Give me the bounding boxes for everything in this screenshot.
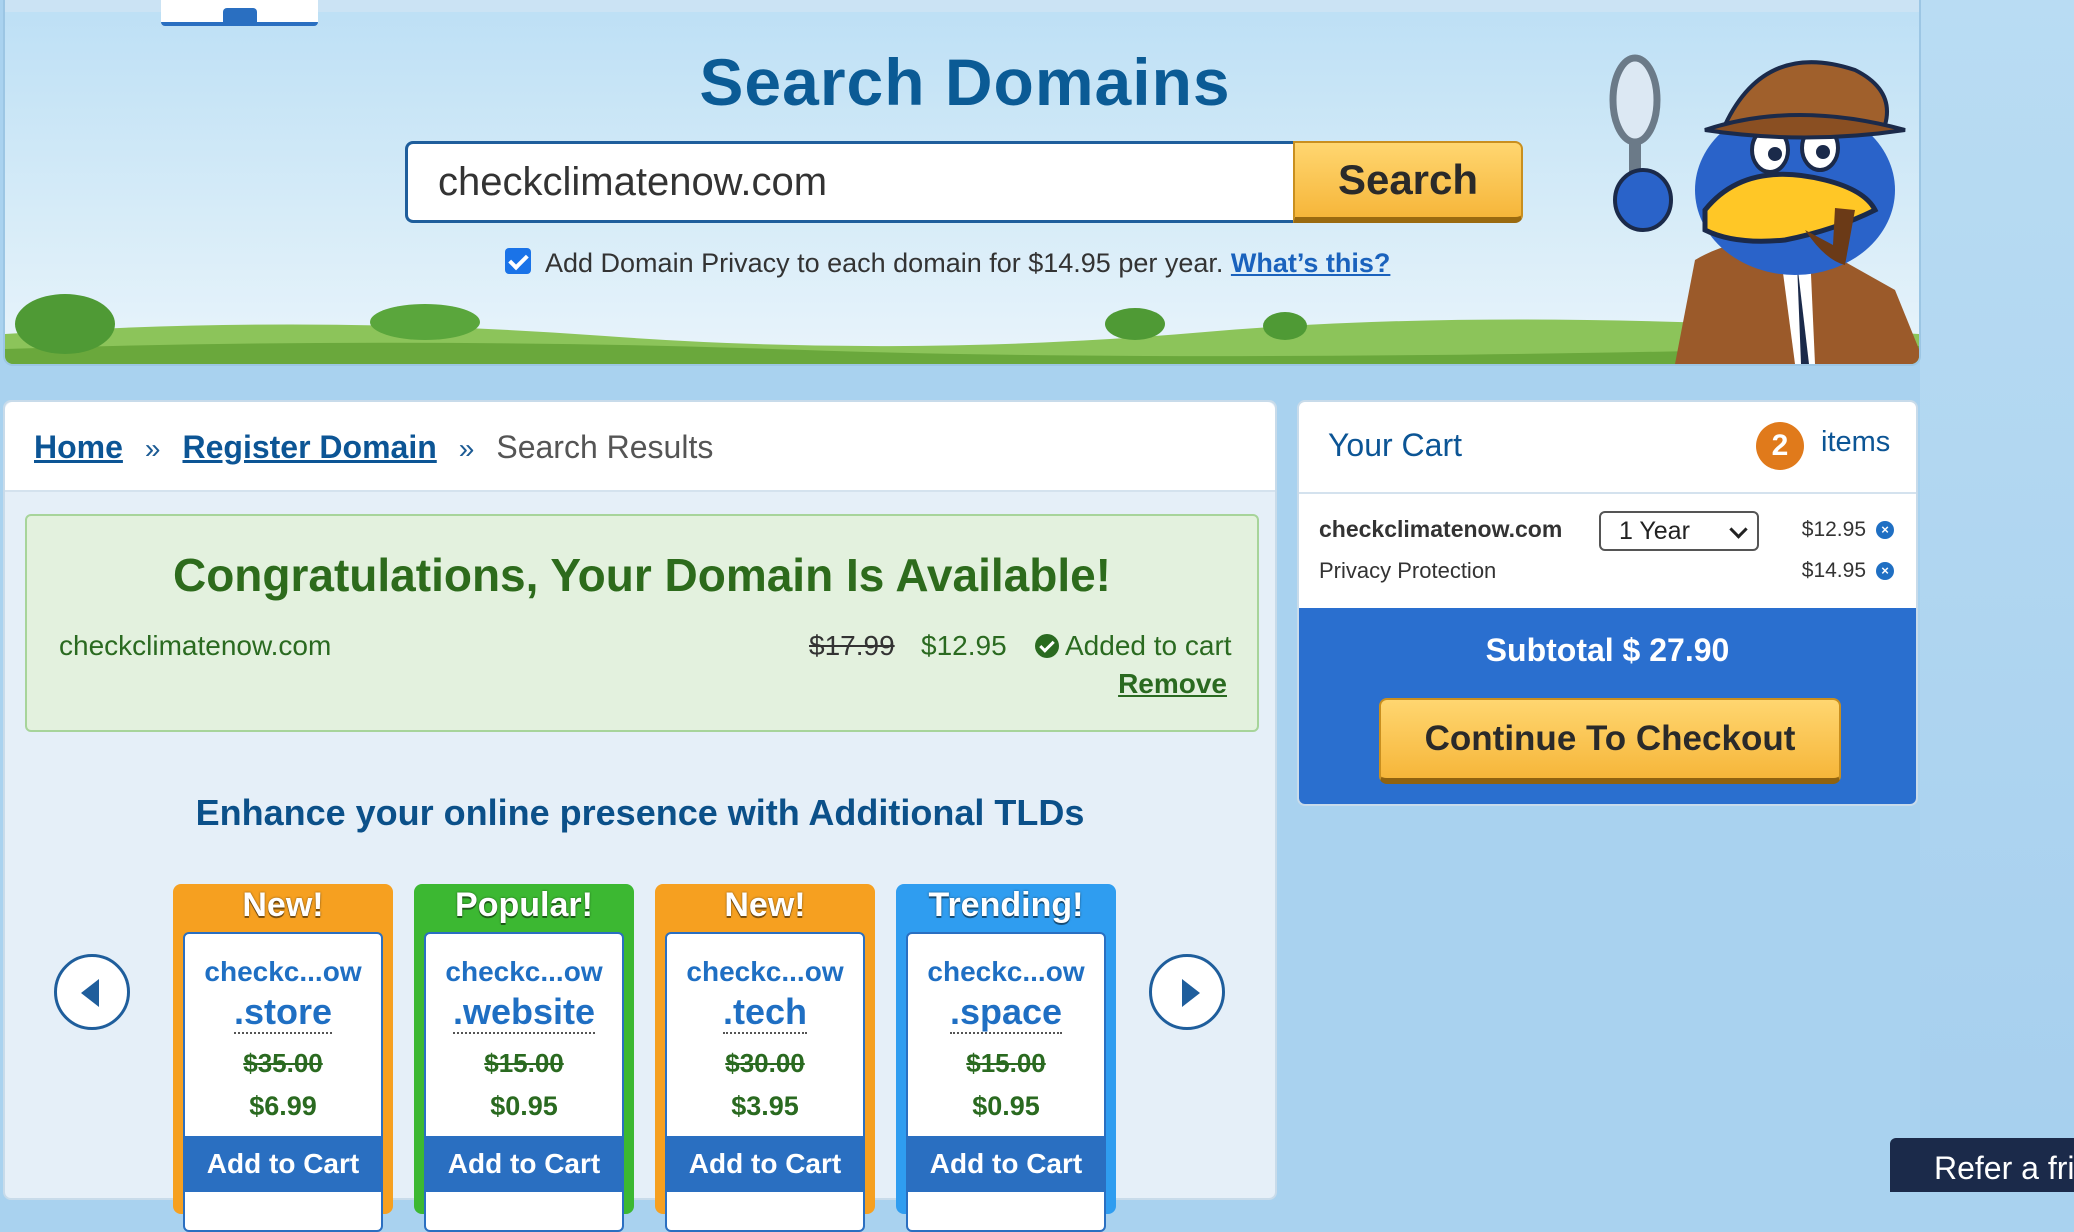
tld-sale-price: $3.95 <box>731 1091 799 1121</box>
tld-extension: .website <box>452 991 596 1034</box>
domain-search-input[interactable] <box>405 141 1293 223</box>
tld-add-to-cart-button[interactable]: Add to Cart <box>426 1136 622 1192</box>
domain-available-banner: Congratulations, Your Domain Is Availabl… <box>25 514 1259 732</box>
tld-badge: New! <box>724 886 806 924</box>
tld-original-price: $15.00 <box>484 1048 564 1078</box>
tld-extension: .store <box>233 991 333 1034</box>
search-hero: Search Domains Search Add Domain Privacy… <box>3 0 1921 366</box>
sale-price: $12.95 <box>921 630 1007 661</box>
chevron-right-icon <box>1182 979 1200 1007</box>
continue-to-checkout-button[interactable]: Continue To Checkout <box>1379 698 1841 784</box>
breadcrumb-register-domain-link[interactable]: Register Domain <box>182 429 436 465</box>
remove-item-icon[interactable]: × <box>1876 562 1894 580</box>
tld-card-store: New! checkc...ow .store $35.00 $6.99 Add… <box>173 884 393 1232</box>
cart-footer: Subtotal $ 27.90 Continue To Checkout <box>1299 608 1916 804</box>
tld-sale-price: $0.95 <box>972 1091 1040 1121</box>
cart-items-label: items <box>1821 426 1891 458</box>
check-circle-icon <box>1035 634 1059 658</box>
remove-item-icon[interactable]: × <box>1876 521 1894 539</box>
tld-badge: New! <box>242 886 324 924</box>
search-results-panel: Home » Register Domain » Search Results Cong… <box>3 400 1277 1232</box>
tld-card-body: checkc...ow .store $35.00 $6.99 Add to C… <box>183 932 383 1232</box>
cart-header: Your Cart 2 items <box>1299 402 1916 494</box>
breadcrumb: Home » Register Domain » Search Results <box>5 402 1275 492</box>
tld-badge: Popular! <box>455 886 593 924</box>
cart-count-badge: 2 <box>1756 422 1804 470</box>
breadcrumb-separator-icon: » <box>458 433 475 464</box>
breadcrumb-current: Search Results <box>496 429 714 465</box>
added-to-cart-status: Added to cart <box>1035 630 1232 662</box>
tld-original-price: $30.00 <box>725 1048 805 1078</box>
tld-domain-name: checkc...ow <box>927 956 1085 987</box>
tld-add-to-cart-button[interactable]: Add to Cart <box>185 1136 381 1192</box>
tld-card-body: checkc...ow .website $15.00 $0.95 Add to… <box>424 932 624 1232</box>
tld-card-space: Trending! checkc...ow .space $15.00 $0.9… <box>896 884 1116 1232</box>
tld-domain-name: checkc...ow <box>445 956 603 987</box>
tld-extension: .tech <box>722 991 808 1034</box>
tld-badge: Trending! <box>928 886 1084 924</box>
cart-title: Your Cart <box>1328 427 1462 463</box>
domain-search-form: Search <box>405 141 1525 229</box>
tld-original-price: $35.00 <box>243 1048 323 1078</box>
page-background-right <box>1920 0 2074 1192</box>
tld-add-to-cart-button[interactable]: Add to Cart <box>667 1136 863 1192</box>
cart-item-privacy: Privacy Protection <box>1319 558 1497 583</box>
detective-mascot-illustration <box>1609 54 1919 364</box>
tld-add-to-cart-button[interactable]: Add to Cart <box>908 1136 1104 1192</box>
cart-item-privacy-price: $14.95 <box>1801 559 1866 582</box>
tld-extension: .space <box>949 991 1063 1034</box>
original-price: $17.99 <box>809 630 895 661</box>
available-domain-name: checkclimatenow.com <box>59 630 332 661</box>
cart-subtotal: Subtotal $ 27.90 <box>1485 632 1730 668</box>
tld-card-body: checkc...ow .tech $30.00 $3.95 Add to Ca… <box>665 932 865 1232</box>
term-selected-value: 1 Year <box>1619 517 1690 545</box>
chevron-left-icon <box>81 979 99 1007</box>
carousel-next-button[interactable] <box>1149 954 1225 1030</box>
cart-item-domain: checkclimatenow.com <box>1319 516 1563 542</box>
breadcrumb-home-link[interactable]: Home <box>34 429 123 465</box>
tld-sale-price: $6.99 <box>249 1091 317 1121</box>
refer-a-friend-tab[interactable]: Refer a friend <box>1890 1138 2074 1192</box>
registration-term-select[interactable]: 1 Year <box>1599 511 1759 551</box>
tld-card-tech: New! checkc...ow .tech $30.00 $3.95 Add … <box>655 884 875 1232</box>
tld-domain-name: checkc...ow <box>204 956 362 987</box>
chevron-down-icon <box>1729 520 1748 539</box>
remove-link[interactable]: Remove <box>1118 668 1227 700</box>
tld-sale-price: $0.95 <box>490 1091 558 1121</box>
cart-panel: Your Cart 2 items checkclimatenow.com 1 … <box>1297 400 1918 806</box>
added-to-cart-label: Added to cart <box>1065 630 1232 661</box>
tld-original-price: $15.00 <box>966 1048 1046 1078</box>
active-nav-tab[interactable] <box>161 0 318 26</box>
cart-item-domain-price: $12.95 <box>1801 518 1866 541</box>
breadcrumb-separator-icon: » <box>144 433 161 464</box>
availability-title: Congratulations, Your Domain Is Availabl… <box>172 549 1112 601</box>
tld-card-website: Popular! checkc...ow .website $15.00 $0.… <box>414 884 634 1232</box>
tld-domain-name: checkc...ow <box>686 956 844 987</box>
carousel-prev-button[interactable] <box>54 954 130 1030</box>
tld-card-body: checkc...ow .space $15.00 $0.95 Add to C… <box>906 932 1106 1232</box>
search-button[interactable]: Search <box>1293 141 1523 223</box>
privacy-checkbox[interactable] <box>505 248 531 274</box>
additional-tlds-heading: Enhance your online presence with Additi… <box>195 792 1085 833</box>
